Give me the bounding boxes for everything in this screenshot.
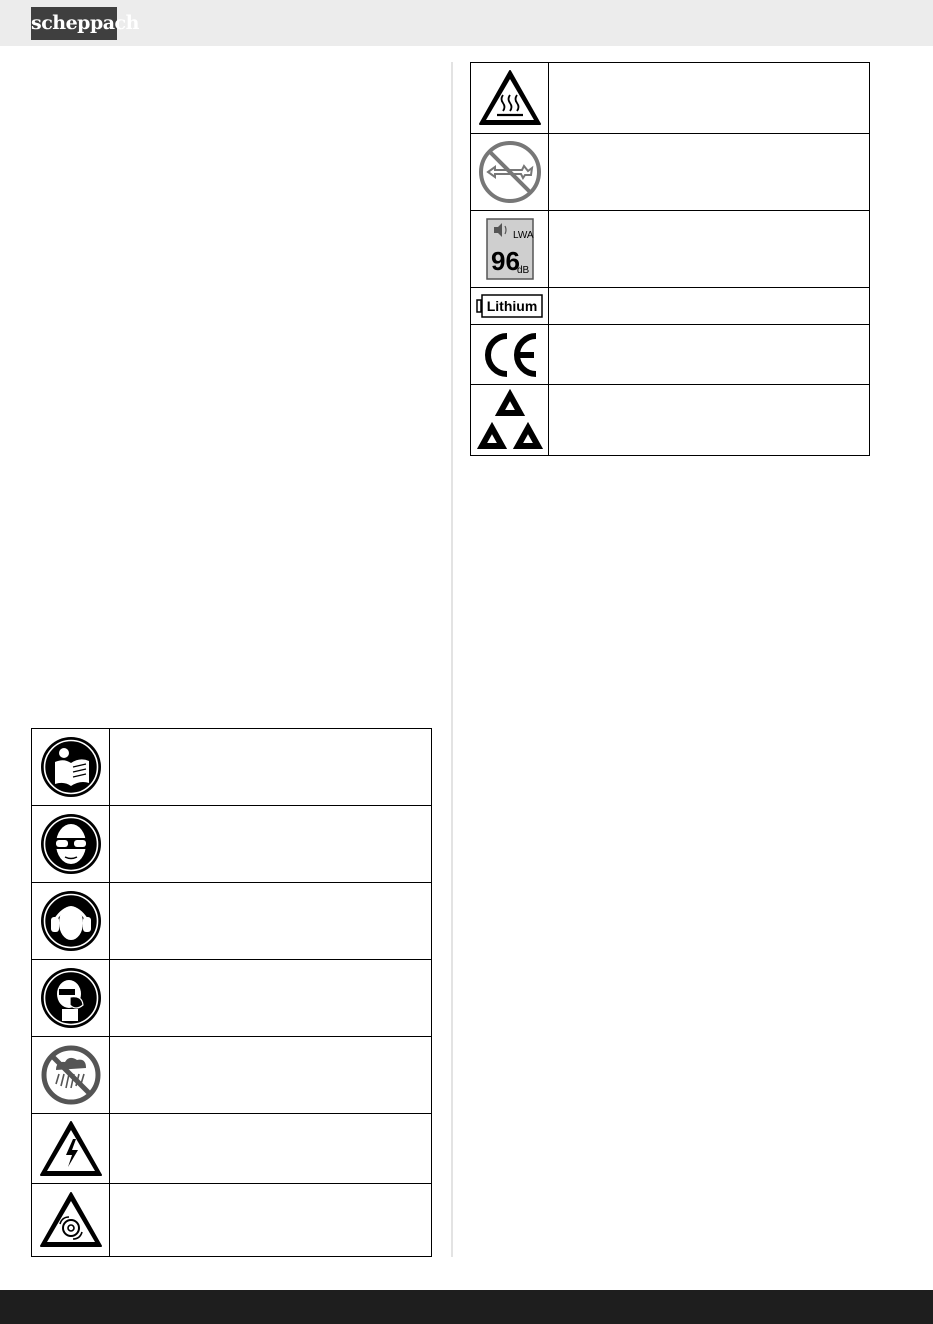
symbol-row: Lithium [470,287,870,325]
symbol-icon-cell [31,805,110,883]
scheppach-logo: scheppach [31,7,139,40]
symbol-description [109,959,432,1037]
symbol-icon-cell [31,1113,110,1184]
db-unit: dB [517,265,530,276]
symbol-icon-cell [31,882,110,960]
symbol-row [470,324,870,385]
symbol-icon-cell: LWA 96 dB [470,210,549,288]
symbol-row [31,882,432,960]
symbol-description [548,324,870,385]
symbol-icon-cell [31,1036,110,1114]
electric-shock-warning-icon [39,1120,102,1176]
symbol-icon-cell [31,728,110,806]
column-divider [451,62,453,1257]
sound-power-level-icon: LWA 96 dB [485,218,534,280]
symbol-icon-cell [31,1183,110,1257]
hearing-protection-icon [40,891,101,951]
symbol-description [109,1113,432,1184]
symbol-description [109,882,432,960]
lithium-battery-icon: Lithium [475,294,543,318]
hot-surface-warning-icon [478,70,541,125]
symbol-icon-cell [470,384,549,456]
symbol-row [31,959,432,1037]
symbol-icon-cell [470,324,549,385]
symbol-row [470,133,870,211]
symbol-description [109,1036,432,1114]
symbol-row [470,62,870,134]
lwa-label: LWA [513,230,534,241]
read-manual-icon [40,737,101,797]
db-value: 96 [491,246,520,276]
symbol-description [109,1183,432,1257]
symbol-description [109,728,432,806]
symbol-description [109,805,432,883]
respiratory-protection-icon [40,968,101,1028]
no-rain-icon [41,1045,100,1105]
safety-symbols-table-left [31,728,432,1257]
symbol-description [548,133,870,211]
symbol-row [31,805,432,883]
symbol-description [548,210,870,288]
lithium-label: Lithium [486,298,537,314]
page-footer [0,1290,933,1324]
safety-symbols-table-right: LWA 96 dB Lithium [470,62,870,456]
symbol-row [31,728,432,806]
symbol-icon-cell [31,959,110,1037]
symbol-row [470,384,870,456]
rotating-parts-warning-icon [39,1192,102,1247]
symbol-description [548,287,870,325]
symbol-row: LWA 96 dB [470,210,870,288]
symbol-icon-cell [470,133,549,211]
symbol-row [31,1183,432,1257]
page-header: scheppach [0,0,933,46]
eye-protection-icon [40,814,101,874]
symbol-row [31,1113,432,1184]
recycling-icon [476,389,543,449]
ce-mark-icon [484,332,536,377]
symbol-row [31,1036,432,1114]
symbol-description [548,384,870,456]
symbol-icon-cell [470,62,549,134]
symbol-description [548,62,870,134]
symbol-icon-cell: Lithium [470,287,549,325]
no-cutting-hazard-icon [478,141,541,203]
